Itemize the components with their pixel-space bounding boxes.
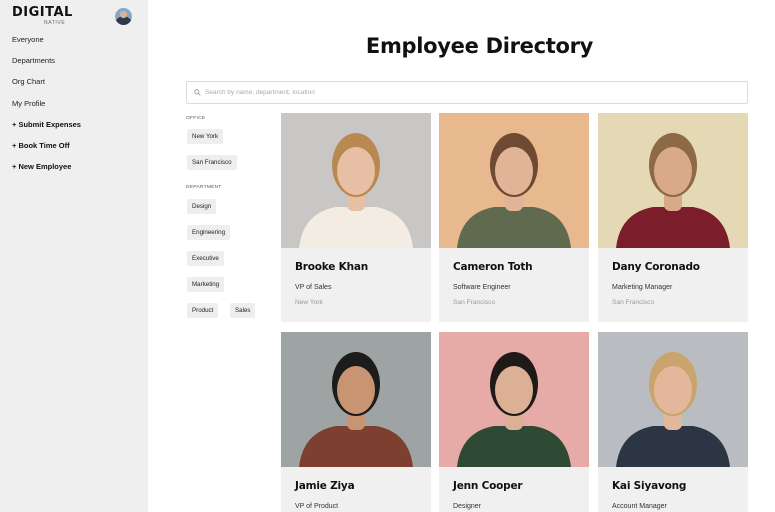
- employee-photo: [281, 332, 431, 467]
- employee-card[interactable]: Jenn Cooper Designer: [439, 332, 589, 512]
- employee-role: Account Manager: [612, 503, 667, 510]
- employee-role: VP of Sales: [295, 284, 332, 291]
- employee-photo: [598, 332, 748, 467]
- brand-tagline: NATIVE: [44, 20, 66, 26]
- filter-chip-engineering[interactable]: Engineering: [187, 225, 231, 240]
- filter-chip-design[interactable]: Design: [187, 199, 217, 214]
- employee-role: VP of Product: [295, 503, 339, 510]
- employee-card[interactable]: Brooke Khan VP of Sales New York: [281, 113, 431, 322]
- employee-card[interactable]: Jamie Ziya VP of Product: [281, 332, 431, 512]
- sidebar-item-org-chart[interactable]: Org Chart: [12, 76, 81, 97]
- filter-chip-marketing[interactable]: Marketing: [187, 277, 225, 292]
- search-input[interactable]: [205, 89, 725, 96]
- new-employee-button[interactable]: + New Employee: [12, 161, 81, 182]
- employee-photo: [439, 113, 589, 248]
- sidebar: DIGITAL NATIVE Everyone Departments Org …: [0, 0, 148, 512]
- submit-expenses-button[interactable]: + Submit Expenses: [12, 119, 81, 140]
- department-filter-heading: DEPARTMENT: [186, 185, 222, 190]
- filter-chip-sales[interactable]: Sales: [230, 303, 256, 318]
- brand-logo[interactable]: DIGITAL NATIVE: [12, 5, 73, 27]
- employee-name: Jamie Ziya: [295, 480, 355, 492]
- sidebar-item-my-profile[interactable]: My Profile: [12, 98, 81, 119]
- page-title: Employee Directory: [0, 34, 775, 58]
- employee-name: Jenn Cooper: [453, 480, 523, 492]
- employee-name: Dany Coronado: [612, 261, 700, 273]
- brand-name: DIGITAL: [12, 5, 73, 20]
- employee-office: New York: [295, 299, 323, 306]
- book-time-off-button[interactable]: + Book Time Off: [12, 140, 81, 161]
- user-avatar[interactable]: [115, 8, 132, 25]
- search-icon: [194, 89, 201, 96]
- employee-card[interactable]: Dany Coronado Marketing Manager San Fran…: [598, 113, 748, 322]
- filter-chip-new-york[interactable]: New York: [187, 129, 224, 144]
- employee-name: Cameron Toth: [453, 261, 533, 273]
- employee-role: Software Engineer: [453, 284, 511, 291]
- filter-chip-executive[interactable]: Executive: [187, 251, 224, 266]
- search-bar[interactable]: [186, 81, 748, 104]
- filter-chip-san-francisco[interactable]: San Francisco: [187, 155, 237, 170]
- sidebar-item-departments[interactable]: Departments: [12, 55, 81, 76]
- page-title-text: Employee Directory: [365, 34, 594, 58]
- employee-card[interactable]: Cameron Toth Software Engineer San Franc…: [439, 113, 589, 322]
- employee-role: Marketing Manager: [612, 284, 673, 291]
- employee-office: San Francisco: [453, 299, 496, 306]
- employee-role: Designer: [453, 503, 482, 510]
- office-filter-heading: OFFICE: [186, 116, 206, 121]
- employee-photo: [281, 113, 431, 248]
- employee-photo: [598, 113, 748, 248]
- employee-card[interactable]: Kai Siyavong Account Manager: [598, 332, 748, 512]
- employee-office: San Francisco: [612, 299, 655, 306]
- employee-name: Kai Siyavong: [612, 480, 687, 492]
- filter-chip-product[interactable]: Product: [187, 303, 219, 318]
- employee-photo: [439, 332, 589, 467]
- employee-name: Brooke Khan: [295, 261, 369, 273]
